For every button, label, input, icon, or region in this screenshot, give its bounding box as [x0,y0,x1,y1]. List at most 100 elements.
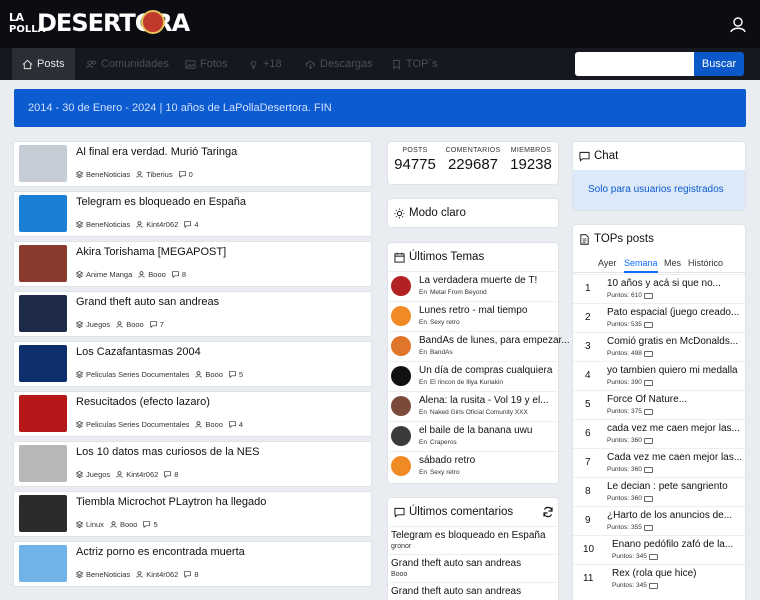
top-post-item[interactable]: 6 cada vez me caen mejor las... Puntos: 360 [573,419,745,448]
top-post-item[interactable]: 2 Pato espacial (juego creado... Puntos: 53… [573,303,745,332]
topic-item[interactable]: Un día de compras cualquiera En El rincon … [388,361,558,390]
top-post-item[interactable]: 11 Rex (rola que hice) Puntos: 345 [573,564,745,593]
topic-avatar[interactable] [391,276,411,296]
post-item[interactable]: Al final era verdad. Murió Taringa BeneNo… [14,142,371,186]
post-author[interactable]: Booo [120,520,138,529]
post-author[interactable]: Booo [205,370,223,379]
post-thumbnail[interactable] [19,195,67,232]
comment-item[interactable]: Grand theft auto san andreas [388,582,558,600]
topic-community-name[interactable]: Sexy retro [430,319,460,326]
top-post-title[interactable]: Cada vez me caen mejor las... [607,452,742,463]
post-category[interactable]: BeneNoticias [86,570,130,579]
nav-adultos[interactable]: +18 [248,48,282,80]
post-item[interactable]: Grand theft auto san andreas Juegos Booo 7 [14,292,371,336]
topic-avatar[interactable] [391,306,411,326]
post-category[interactable]: Peliculas Series Documentales [86,370,189,379]
top-post-item[interactable]: 1 10 años y acá si que no... Puntos: 610 [573,274,745,303]
post-title[interactable]: Al final era verdad. Murió Taringa [76,146,237,158]
post-item[interactable]: Los Cazafantasmas 2004 Peliculas Series D… [14,342,371,386]
tab-mes[interactable]: Mes [664,255,681,273]
post-thumbnail[interactable] [19,395,67,432]
topic-title[interactable]: el baile de la banana uwu [419,425,532,436]
post-item[interactable]: Telegram es bloqueado en España BeneNotic… [14,192,371,236]
post-author[interactable]: Kint4r062 [146,570,178,579]
topic-item[interactable]: BandAs de lunes, para empezar... En BandAs [388,331,570,360]
topic-community-name[interactable]: Sexy retro [430,469,460,476]
top-post-item[interactable]: 9 ¿Harto de los anuncios de... Puntos: 355 [573,506,745,535]
post-title[interactable]: Actriz porno es encontrada muerta [76,546,245,558]
post-item[interactable]: Akira Torishama [MEGAPOST] Anime Manga Boo… [14,242,371,286]
top-post-title[interactable]: Le decian : pete sangriento [607,481,728,492]
topic-community-name[interactable]: El rincon de Illya Kuriakin [430,379,503,386]
topic-title[interactable]: Alena: la rusita - Vol 19 y el... [419,395,549,406]
post-category[interactable]: Linux [86,520,104,529]
topic-avatar[interactable] [391,456,411,476]
nav-fotos[interactable]: Fotos [185,48,228,80]
top-post-title[interactable]: 10 años y acá si que no... [607,278,721,289]
post-item[interactable]: Actriz porno es encontrada muerta BeneNot… [14,542,371,586]
post-thumbnail[interactable] [19,495,67,532]
tab-ayer[interactable]: Ayer [598,255,616,273]
top-post-title[interactable]: Rex (rola que hice) [612,568,696,579]
post-thumbnail[interactable] [19,445,67,482]
topic-community-name[interactable]: Metal From Beyond [430,289,487,296]
top-post-item[interactable]: 4 yo tambien quiero mi medalla Puntos: 390 [573,361,745,390]
topic-item[interactable]: La verdadera muerte de T! En Metal From Be… [388,271,558,300]
top-post-item[interactable]: 8 Le decian : pete sangriento Puntos: 360 [573,477,745,506]
top-post-title[interactable]: Comió gratis en McDonalds... [607,336,738,347]
comment-post-title[interactable]: Grand theft auto san andreas [391,558,521,569]
top-post-item[interactable]: 10 Enano pedófilo zafó de la... Puntos: 345 [573,535,745,564]
topic-avatar[interactable] [391,336,411,356]
topic-item[interactable]: el baile de la banana uwu En Craperos [388,421,558,450]
nav-comunidades[interactable]: Comunidades [86,48,169,80]
topic-title[interactable]: sábado retro [419,455,475,466]
top-post-title[interactable]: Pato espacial (juego creado... [607,307,739,318]
topic-avatar[interactable] [391,426,411,446]
comment-item[interactable]: Telegram es bloqueado en España gronor [388,526,558,554]
post-thumbnail[interactable] [19,345,67,382]
post-title[interactable]: Resucitados (efecto lazaro) [76,396,210,408]
top-post-title[interactable]: Force Of Nature... [607,394,687,405]
search-input[interactable] [575,52,694,76]
site-logo[interactable]: LA POLLA DESERTORA [9,8,190,38]
post-item[interactable]: Los 10 datos mas curiosos de la NES Juego… [14,442,371,486]
topic-community-name[interactable]: Craperos [430,439,457,446]
topic-item[interactable]: Alena: la rusita - Vol 19 y el... En Naked… [388,391,558,420]
top-post-title[interactable]: ¿Harto de los anuncios de... [607,510,732,521]
post-item[interactable]: Resucitados (efecto lazaro) Peliculas Ser… [14,392,371,436]
search-button[interactable]: Buscar [694,52,744,76]
top-post-item[interactable]: 7 Cada vez me caen mejor las... Puntos: 360 [573,448,745,477]
top-post-title[interactable]: yo tambien quiero mi medalla [607,365,738,376]
post-thumbnail[interactable] [19,295,67,332]
topic-item[interactable]: sábado retro En Sexy retro [388,451,558,480]
top-post-item[interactable]: 3 Comió gratis en McDonalds... Puntos: 498 [573,332,745,361]
post-author[interactable]: Booo [126,320,144,329]
post-item[interactable]: Tiembla Microchot PLaytron ha llegado Lin… [14,492,371,536]
user-menu-button[interactable] [725,12,751,38]
post-thumbnail[interactable] [19,245,67,282]
post-author[interactable]: Kint4r062 [126,470,158,479]
nav-posts[interactable]: Posts [12,48,75,80]
post-category[interactable]: Juegos [86,470,110,479]
post-thumbnail[interactable] [19,545,67,582]
post-author[interactable]: Kint4r062 [146,220,178,229]
nav-descargas[interactable]: Descargas [305,48,373,80]
comment-author[interactable]: gronor [391,543,411,550]
post-category[interactable]: Anime Manga [86,270,132,279]
tab-semana[interactable]: Semana [624,255,658,273]
topic-community-name[interactable]: Naked Girls Oficial Comunity XXX [430,409,528,416]
topic-title[interactable]: La verdadera muerte de T! [419,275,537,286]
post-author[interactable]: Booo [205,420,223,429]
topic-title[interactable]: Un día de compras cualquiera [419,365,552,376]
post-author[interactable]: Tiberius [146,170,172,179]
post-author[interactable]: Booo [148,270,166,279]
post-category[interactable]: Peliculas Series Documentales [86,420,189,429]
topic-item[interactable]: Lunes retro - mal tiempo En Sexy retro [388,301,558,330]
top-post-title[interactable]: Enano pedófilo zafó de la... [612,539,733,550]
post-category[interactable]: BeneNoticias [86,220,130,229]
refresh-icon[interactable] [542,506,554,518]
post-title[interactable]: Tiembla Microchot PLaytron ha llegado [76,496,266,508]
post-category[interactable]: Juegos [86,320,110,329]
comment-post-title[interactable]: Grand theft auto san andreas [391,586,521,597]
topic-community-name[interactable]: BandAs [430,349,453,356]
